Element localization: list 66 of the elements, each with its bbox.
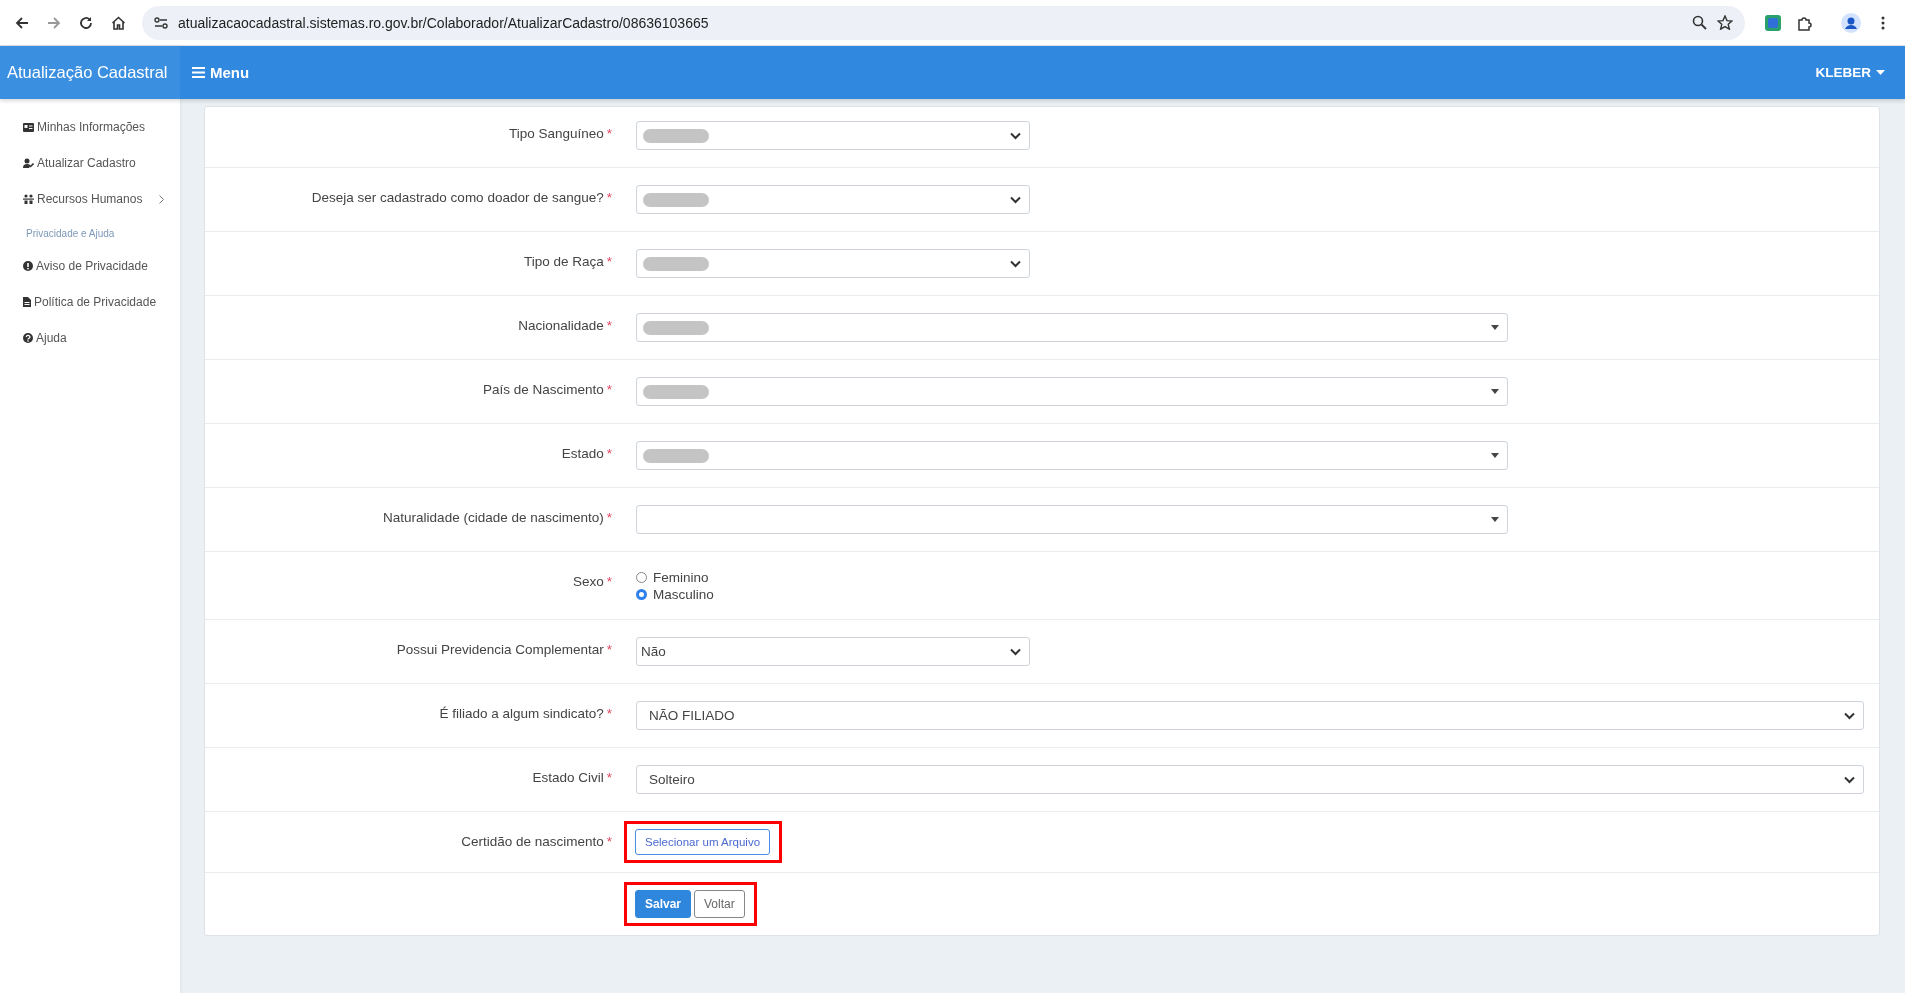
- chevron-down-icon: [1010, 647, 1021, 656]
- extensions-icon[interactable]: [1797, 14, 1813, 31]
- save-button[interactable]: Salvar: [635, 890, 692, 918]
- combo-field[interactable]: [636, 441, 1508, 470]
- help-icon: [23, 333, 33, 343]
- select-field[interactable]: Solteiro: [636, 765, 1864, 794]
- sidebar-section-title: Privacidade e Ajuda: [25, 227, 116, 241]
- chevron-down-icon: [1844, 711, 1855, 720]
- field-label: É filiado a algum sindicato? *: [438, 705, 612, 721]
- caret-down-icon: [1491, 389, 1499, 394]
- zoom-icon[interactable]: [1692, 15, 1707, 30]
- more-menu-icon[interactable]: [1881, 15, 1885, 30]
- star-icon[interactable]: [1717, 15, 1733, 30]
- caret-down-icon: [1876, 70, 1885, 75]
- sidebar-item[interactable]: Atualizar Cadastro: [0, 145, 180, 181]
- radio-option[interactable]: Masculino: [636, 587, 1863, 602]
- caret-down-icon: [1491, 453, 1499, 458]
- combo-field[interactable]: [636, 377, 1508, 406]
- combo-field[interactable]: [636, 313, 1508, 342]
- sidebar-item[interactable]: Minhas Informações: [0, 109, 180, 145]
- document-icon: [23, 297, 31, 307]
- field-label: Estado *: [560, 445, 612, 461]
- caret-down-icon: [1491, 517, 1499, 522]
- site-settings-icon[interactable]: [154, 16, 168, 29]
- select-field[interactable]: [636, 121, 1030, 150]
- chevron-down-icon: [1010, 131, 1021, 140]
- field-label: Sexo *: [571, 573, 612, 589]
- sidebar-item[interactable]: Política de Privacidade: [0, 284, 180, 320]
- select-field[interactable]: [636, 185, 1030, 214]
- sidebar-item[interactable]: Ajuda: [0, 320, 180, 356]
- chevron-down-icon: [1010, 195, 1021, 204]
- home-icon[interactable]: [110, 15, 126, 30]
- select-field[interactable]: NÃO FILIADO: [636, 701, 1864, 730]
- field-label: Possui Previdencia Complementar *: [395, 641, 612, 657]
- sidebar-item[interactable]: Aviso de Privacidade: [0, 248, 180, 284]
- field-label: Deseja ser cadastrado como doador de sangue? *: [310, 189, 612, 205]
- combo-field[interactable]: [636, 505, 1508, 534]
- file-select-button[interactable]: Selecionar um Arquivo: [635, 829, 771, 855]
- chevron-down-icon: [1844, 775, 1855, 784]
- extension-badge-icon[interactable]: [1765, 14, 1781, 31]
- back-icon[interactable]: [15, 15, 29, 30]
- back-button[interactable]: Voltar: [694, 890, 745, 918]
- radio-option[interactable]: Feminino: [636, 570, 1863, 585]
- menu-button[interactable]: Menu: [188, 60, 254, 85]
- select-field[interactable]: Não: [636, 637, 1030, 666]
- sidebar-item[interactable]: Recursos Humanos: [0, 181, 180, 217]
- exclamation-circle-icon: [23, 261, 33, 271]
- forward-icon[interactable]: [47, 15, 61, 30]
- field-label: Certidão de nascimento *: [460, 833, 612, 849]
- user-menu[interactable]: KLEBER: [1809, 64, 1891, 81]
- select-field[interactable]: [636, 249, 1030, 278]
- caret-down-icon: [1491, 325, 1499, 330]
- chevron-down-icon: [1010, 259, 1021, 268]
- chevron-right-icon: [159, 194, 165, 204]
- users-icon: [23, 194, 34, 204]
- field-label: Tipo Sanguíneo *: [507, 125, 612, 141]
- reload-icon[interactable]: [79, 15, 93, 30]
- field-label: Estado Civil *: [531, 769, 612, 785]
- profile-icon[interactable]: [1841, 12, 1861, 33]
- field-label: País de Nascimento *: [481, 381, 612, 397]
- field-label: Tipo de Raça *: [522, 253, 612, 269]
- id-card-icon: [23, 122, 34, 132]
- menu-icon: [192, 67, 205, 78]
- field-label: Nacionalidade *: [517, 317, 612, 333]
- user-edit-icon: [23, 158, 34, 168]
- field-label: Naturalidade (cidade de nascimento) *: [382, 509, 612, 525]
